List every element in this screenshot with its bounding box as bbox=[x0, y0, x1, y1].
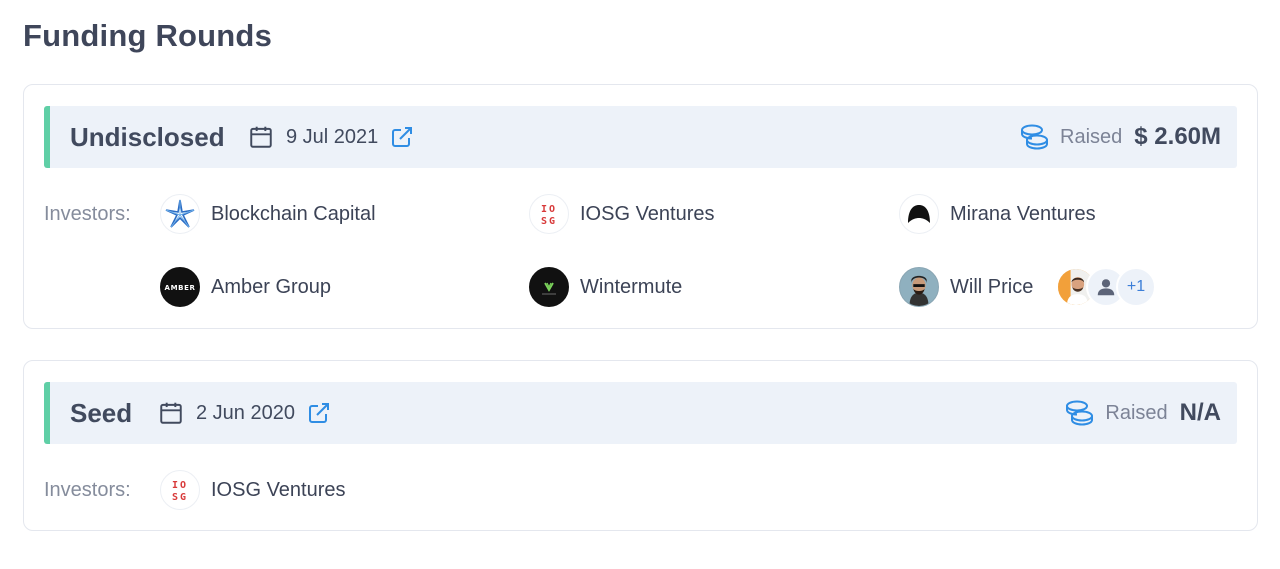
raised-group: Raised N/A bbox=[1063, 399, 1221, 427]
round-date: 9 Jul 2021 bbox=[286, 125, 379, 148]
blockchain-capital-logo bbox=[160, 194, 200, 234]
iosg-bottom-text: SG bbox=[541, 216, 557, 227]
investor-name: Will Price bbox=[950, 275, 1034, 298]
investor-name: Mirana Ventures bbox=[950, 202, 1096, 225]
investor-wintermute[interactable]: Wintermute bbox=[529, 267, 682, 307]
coins-icon bbox=[1063, 399, 1095, 427]
investor-amber-group[interactable]: AMBER Amber Group bbox=[160, 267, 331, 307]
investor-will-price[interactable]: Will Price bbox=[899, 267, 1033, 307]
external-link-icon[interactable] bbox=[390, 125, 414, 149]
will-price-avatar bbox=[899, 267, 939, 307]
investor-name: IOSG Ventures bbox=[211, 478, 346, 501]
round-header: Undisclosed 9 Jul 2021 Raised $ 2.60M bbox=[44, 106, 1237, 168]
round-type: Undisclosed bbox=[70, 121, 225, 152]
raised-group: Raised $ 2.60M bbox=[1018, 123, 1221, 151]
raised-label: Raised bbox=[1060, 125, 1123, 148]
external-link-icon[interactable] bbox=[307, 401, 331, 425]
calendar-icon bbox=[248, 124, 274, 150]
investor-name: IOSG Ventures bbox=[580, 202, 715, 225]
investor-iosg-ventures[interactable]: IO SG IOSG Ventures bbox=[160, 470, 346, 510]
iosg-top-text: IO bbox=[541, 204, 557, 215]
investor-name: Amber Group bbox=[211, 275, 332, 298]
round-date-group: 2 Jun 2020 bbox=[158, 400, 331, 426]
raised-amount: $ 2.60M bbox=[1134, 123, 1221, 150]
raised-label: Raised bbox=[1105, 401, 1168, 424]
mirana-ventures-logo bbox=[899, 194, 939, 234]
funding-round-card: Seed 2 Jun 2020 Raised N/A Investors: IO… bbox=[23, 360, 1258, 531]
investor-name: Blockchain Capital bbox=[211, 202, 376, 225]
round-type: Seed bbox=[70, 397, 133, 428]
page-title: Funding Rounds bbox=[23, 18, 273, 53]
amber-logo-text: AMBER bbox=[165, 284, 196, 292]
round-date: 2 Jun 2020 bbox=[196, 401, 295, 424]
wintermute-logo bbox=[529, 267, 569, 307]
amber-group-logo: AMBER bbox=[160, 267, 200, 307]
more-investors-count: +1 bbox=[1116, 267, 1156, 307]
iosg-ventures-logo: IO SG bbox=[529, 194, 569, 234]
coins-icon bbox=[1018, 123, 1050, 151]
investor-blockchain-capital[interactable]: Blockchain Capital bbox=[160, 194, 376, 234]
calendar-icon bbox=[158, 400, 184, 426]
investor-name: Wintermute bbox=[580, 275, 683, 298]
investors-label: Investors: bbox=[44, 203, 131, 225]
more-investors-stack[interactable]: +1 bbox=[1056, 267, 1156, 307]
iosg-ventures-logo: IO SG bbox=[160, 470, 200, 510]
iosg-bottom-text: SG bbox=[172, 492, 188, 503]
funding-round-card: Undisclosed 9 Jul 2021 Raised $ 2.60M In… bbox=[23, 84, 1258, 329]
round-header: Seed 2 Jun 2020 Raised N/A bbox=[44, 382, 1237, 444]
investor-iosg-ventures[interactable]: IO SG IOSG Ventures bbox=[529, 194, 715, 234]
iosg-top-text: IO bbox=[172, 480, 188, 491]
investor-mirana-ventures[interactable]: Mirana Ventures bbox=[899, 194, 1096, 234]
raised-amount: N/A bbox=[1179, 399, 1221, 426]
investors-label: Investors: bbox=[44, 479, 131, 501]
round-date-group: 9 Jul 2021 bbox=[248, 124, 414, 150]
